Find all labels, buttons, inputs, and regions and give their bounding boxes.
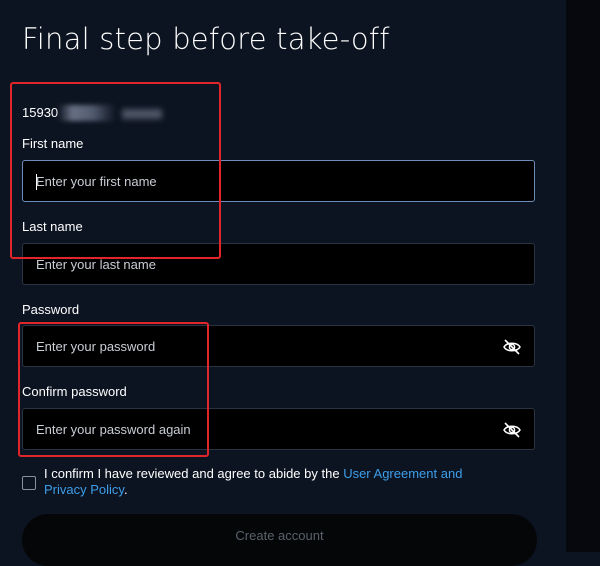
email-redaction-blur — [58, 105, 116, 121]
first-name-label: First name — [22, 136, 84, 151]
first-name-input[interactable] — [23, 161, 534, 201]
password-label: Password — [22, 302, 80, 317]
last-name-label: Last name — [22, 219, 83, 234]
text-caret — [36, 174, 37, 190]
right-edge-strip — [566, 0, 600, 552]
agreement-checkbox[interactable] — [22, 476, 36, 490]
user-agreement-link[interactable]: User Agreement and — [343, 466, 462, 481]
last-name-input[interactable] — [23, 244, 534, 284]
page-title: Final step before take-off — [22, 22, 390, 56]
create-account-button[interactable]: Create account — [22, 514, 537, 566]
password-input[interactable] — [23, 326, 534, 366]
confirm-password-field[interactable] — [22, 408, 535, 450]
account-email: 15930 — [22, 104, 172, 122]
eye-slash-icon[interactable] — [502, 420, 522, 440]
agreement-text-lead: I confirm I have reviewed and agree to a… — [44, 466, 344, 481]
agreement-text-tail: . — [123, 482, 128, 497]
last-name-field[interactable] — [22, 243, 535, 285]
first-name-field[interactable] — [22, 160, 535, 202]
confirm-password-label: Confirm password — [22, 384, 127, 399]
privacy-policy-link[interactable]: Privacy Policy — [44, 482, 124, 497]
confirm-password-input[interactable] — [23, 409, 534, 449]
email-redaction-blur-tail — [122, 109, 162, 119]
password-field[interactable] — [22, 325, 535, 367]
account-email-text: 15930 — [22, 105, 59, 120]
agreement-text: I confirm I have reviewed and agree to a… — [44, 466, 514, 498]
eye-slash-icon[interactable] — [502, 337, 522, 357]
